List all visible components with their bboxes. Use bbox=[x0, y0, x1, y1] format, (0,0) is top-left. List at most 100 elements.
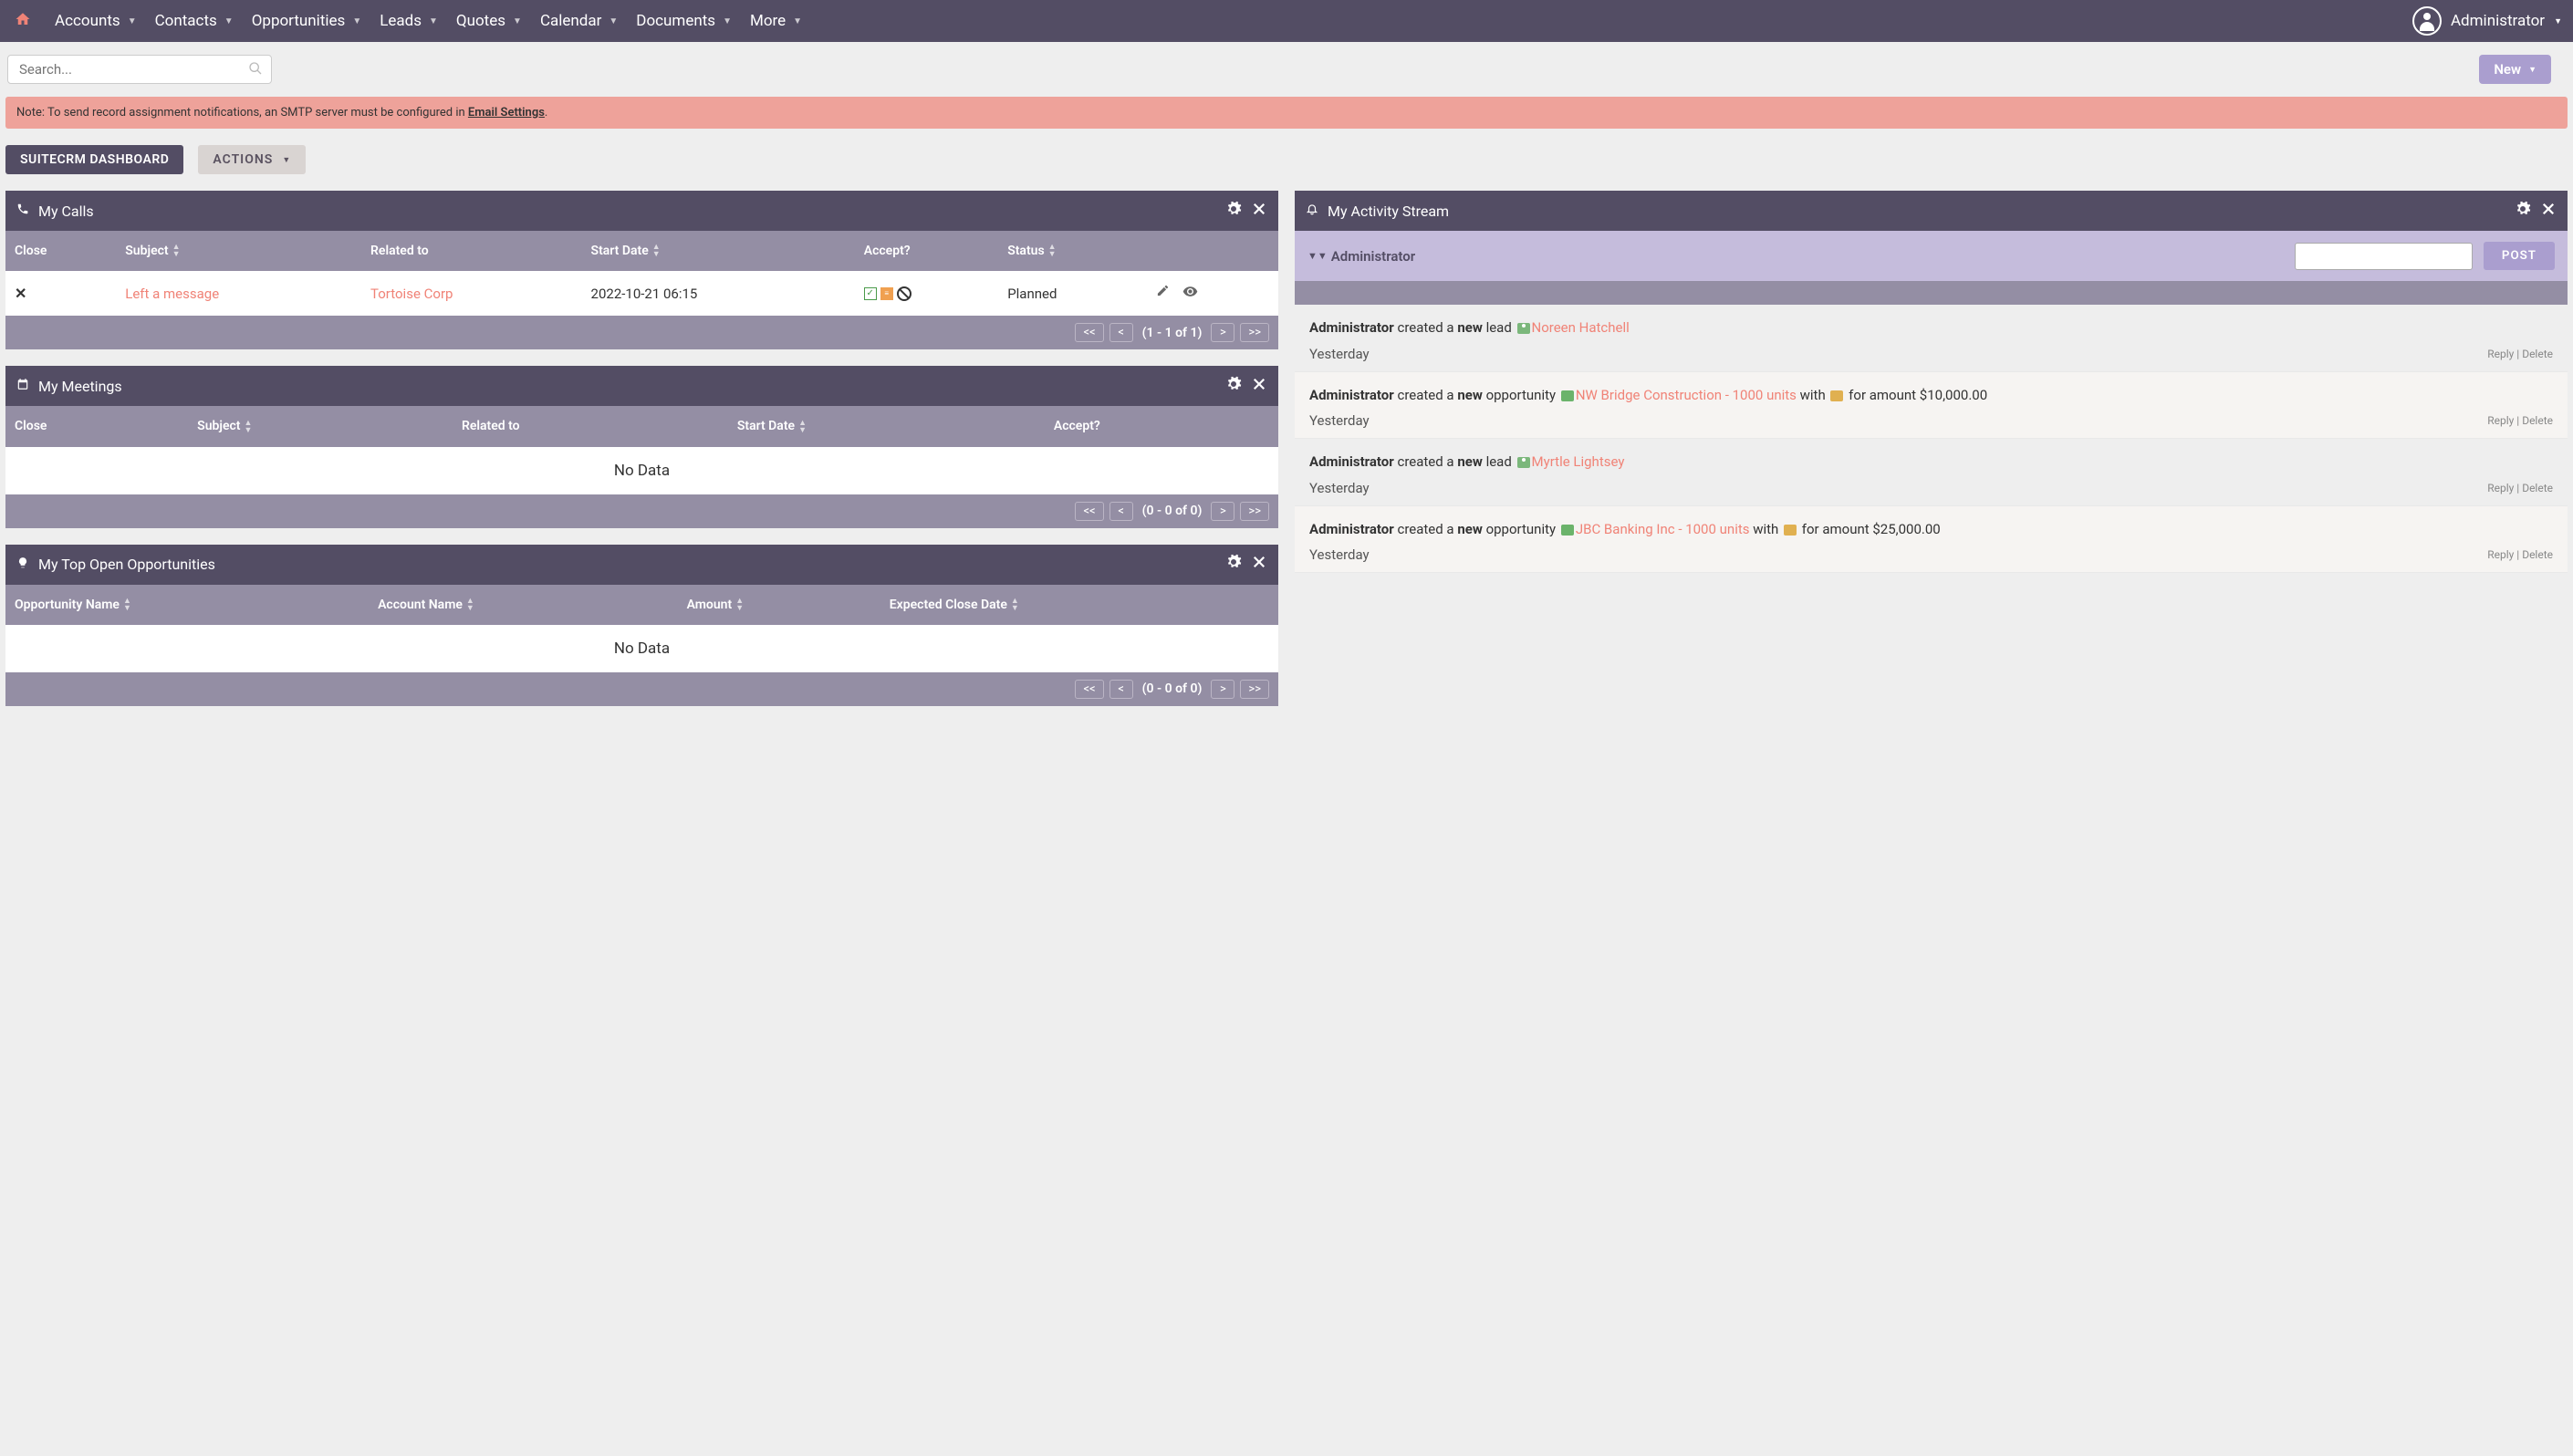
call-related-link[interactable]: Tortoise Corp bbox=[370, 286, 453, 302]
col-subject[interactable]: Subject▲▼ bbox=[188, 406, 453, 446]
close-icon[interactable] bbox=[2540, 201, 2557, 222]
activity-time: Yesterday bbox=[1309, 412, 1370, 429]
col-accept[interactable]: Accept? bbox=[855, 231, 998, 271]
opportunities-table: Opportunity Name▲▼ Account Name▲▼ Amount… bbox=[5, 585, 1278, 625]
lead-icon bbox=[1517, 457, 1530, 468]
pager-last[interactable]: >> bbox=[1240, 502, 1269, 521]
close-row-icon[interactable]: ✕ bbox=[15, 285, 26, 302]
close-icon[interactable] bbox=[1251, 376, 1267, 397]
reply-link[interactable]: Reply bbox=[2487, 482, 2514, 494]
col-accept[interactable]: Accept? bbox=[1045, 406, 1278, 446]
gear-icon[interactable] bbox=[2515, 201, 2531, 222]
pager-next[interactable]: > bbox=[1211, 502, 1234, 521]
sort-icon: ▲▼ bbox=[123, 598, 131, 612]
close-icon[interactable] bbox=[1251, 554, 1267, 575]
actions-button-label: ACTIONS bbox=[213, 152, 273, 167]
nav-item-more[interactable]: More▼ bbox=[741, 0, 811, 42]
pager-first[interactable]: << bbox=[1075, 502, 1103, 521]
pager-prev[interactable]: < bbox=[1109, 502, 1133, 521]
nav-label: Contacts bbox=[155, 12, 217, 30]
nav-label: Leads bbox=[380, 12, 422, 30]
dashlet-header: My Meetings bbox=[5, 366, 1278, 406]
call-subject-link[interactable]: Left a message bbox=[125, 286, 219, 302]
col-close-date[interactable]: Expected Close Date▲▼ bbox=[880, 585, 1278, 625]
delete-link[interactable]: Delete bbox=[2522, 348, 2553, 360]
activity-text: Administrator created a new lead Myrtle … bbox=[1309, 452, 2553, 473]
caret-down-icon: ▼ bbox=[2528, 65, 2537, 75]
search-icon[interactable] bbox=[248, 61, 263, 79]
activity-link[interactable]: NW Bridge Construction - 1000 units bbox=[1576, 387, 1797, 403]
nav-item-quotes[interactable]: Quotes▼ bbox=[447, 0, 531, 42]
home-icon[interactable] bbox=[11, 11, 46, 32]
col-related[interactable]: Related to bbox=[361, 231, 582, 271]
my-opportunities-dashlet: My Top Open Opportunities Opportunity Na… bbox=[5, 545, 1278, 706]
tentative-icon[interactable]: ≡ bbox=[880, 287, 893, 300]
calendar-icon bbox=[16, 378, 29, 394]
edit-icon[interactable] bbox=[1156, 284, 1170, 303]
reply-link[interactable]: Reply bbox=[2487, 548, 2514, 561]
lead-icon bbox=[1517, 323, 1530, 334]
gear-icon[interactable] bbox=[1225, 201, 1242, 222]
user-menu[interactable]: Administrator ▼ bbox=[2412, 6, 2562, 36]
activity-link[interactable]: Noreen Hatchell bbox=[1532, 319, 1630, 336]
dashlet-header: My Activity Stream bbox=[1295, 191, 2568, 231]
pager-first[interactable]: << bbox=[1075, 323, 1103, 342]
activity-user: Administrator bbox=[1331, 248, 1415, 265]
activity-actor: Administrator bbox=[1309, 521, 1394, 537]
col-account[interactable]: Account Name▲▼ bbox=[369, 585, 678, 625]
col-related[interactable]: Related to bbox=[453, 406, 728, 446]
search-input[interactable] bbox=[7, 55, 272, 84]
pager-last[interactable]: >> bbox=[1240, 323, 1269, 342]
nav-item-opportunities[interactable]: Opportunities▼ bbox=[243, 0, 371, 42]
col-close[interactable]: Close bbox=[5, 231, 116, 271]
col-opp-name[interactable]: Opportunity Name▲▼ bbox=[5, 585, 369, 625]
post-button[interactable]: POST bbox=[2484, 242, 2555, 270]
nav-item-leads[interactable]: Leads▼ bbox=[370, 0, 447, 42]
close-icon[interactable] bbox=[1251, 201, 1267, 222]
actions-button[interactable]: ACTIONS ▼ bbox=[198, 145, 306, 174]
activity-text: Administrator created a new opportunity … bbox=[1309, 385, 2553, 406]
col-start[interactable]: Start Date▲▼ bbox=[582, 231, 855, 271]
pager: << < (1 - 1 of 1) > >> bbox=[5, 316, 1278, 349]
col-subject[interactable]: Subject▲▼ bbox=[116, 231, 361, 271]
folder-icon bbox=[1830, 390, 1843, 401]
delete-link[interactable]: Delete bbox=[2522, 548, 2553, 561]
decline-icon[interactable] bbox=[897, 286, 911, 301]
nav-item-contacts[interactable]: Contacts▼ bbox=[146, 0, 243, 42]
delete-link[interactable]: Delete bbox=[2522, 414, 2553, 427]
new-button[interactable]: New ▼ bbox=[2479, 55, 2551, 84]
nav-items: Accounts▼Contacts▼Opportunities▼Leads▼Qu… bbox=[46, 0, 2412, 42]
sort-icon: ▲▼ bbox=[1011, 598, 1019, 612]
activity-link[interactable]: Myrtle Lightsey bbox=[1532, 453, 1625, 470]
col-amount[interactable]: Amount▲▼ bbox=[678, 585, 880, 625]
pager-next[interactable]: > bbox=[1211, 680, 1234, 699]
pager-last[interactable]: >> bbox=[1240, 680, 1269, 699]
delete-link[interactable]: Delete bbox=[2522, 482, 2553, 494]
activity-link[interactable]: JBC Banking Inc - 1000 units bbox=[1576, 521, 1750, 537]
activity-actor: Administrator bbox=[1309, 319, 1394, 336]
dashlet-title: My Calls bbox=[38, 203, 94, 220]
pager-prev[interactable]: < bbox=[1109, 680, 1133, 699]
activity-post-input[interactable] bbox=[2295, 243, 2473, 270]
pager-next[interactable]: > bbox=[1211, 323, 1234, 342]
activity-divider bbox=[1295, 281, 2568, 305]
dashboard-title: SUITECRM DASHBOARD bbox=[5, 145, 183, 174]
col-start[interactable]: Start Date▲▼ bbox=[728, 406, 1045, 446]
gear-icon[interactable] bbox=[1225, 376, 1242, 397]
col-status[interactable]: Status▲▼ bbox=[998, 231, 1146, 271]
nav-item-accounts[interactable]: Accounts▼ bbox=[46, 0, 146, 42]
nav-item-calendar[interactable]: Calendar▼ bbox=[531, 0, 627, 42]
email-settings-link[interactable]: Email Settings bbox=[468, 106, 545, 120]
nav-item-documents[interactable]: Documents▼ bbox=[627, 0, 741, 42]
view-icon[interactable] bbox=[1182, 284, 1198, 303]
gear-icon[interactable] bbox=[1225, 554, 1242, 575]
pager-prev[interactable]: < bbox=[1109, 323, 1133, 342]
col-close[interactable]: Close bbox=[5, 406, 188, 446]
pager-first[interactable]: << bbox=[1075, 680, 1103, 699]
accept-icon[interactable]: ✓ bbox=[864, 287, 877, 300]
pager: << < (0 - 0 of 0) > >> bbox=[5, 494, 1278, 528]
activity-list[interactable]: Administrator created a new lead Noreen … bbox=[1295, 305, 2568, 573]
reply-link[interactable]: Reply bbox=[2487, 348, 2514, 360]
reply-link[interactable]: Reply bbox=[2487, 414, 2514, 427]
collapse-icon[interactable]: ▼▼ bbox=[1307, 250, 1328, 262]
